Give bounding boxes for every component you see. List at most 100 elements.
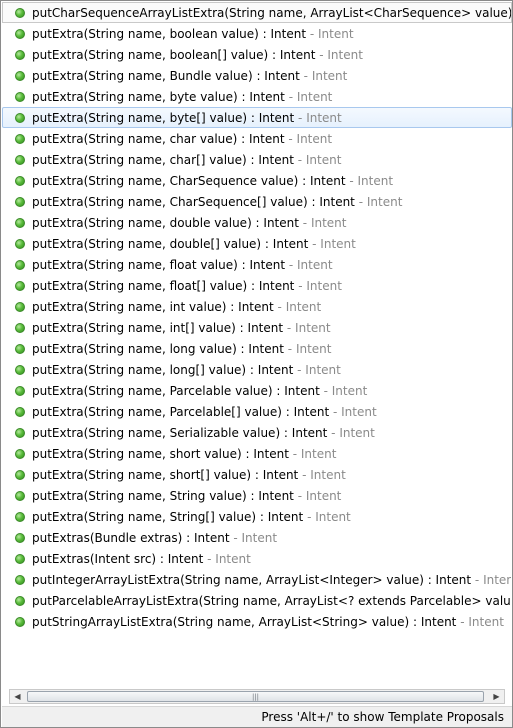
proposal-item[interactable]: putExtra(String name, short value) : Int…	[2, 443, 512, 464]
proposal-declaring-type: Intent	[331, 384, 368, 398]
proposal-declaring-type: Intent	[295, 321, 331, 335]
proposal-declaring-type: Intent	[241, 531, 278, 545]
public-method-icon	[15, 8, 25, 18]
proposal-item[interactable]: putExtra(String name, Serializable value…	[2, 422, 512, 443]
content-assist-popup: putCharSequenceArrayListExtra(String nam…	[0, 0, 513, 728]
public-method-icon	[15, 365, 25, 375]
proposal-item[interactable]: putExtra(String name, String[] value) : …	[2, 506, 512, 527]
proposal-item[interactable]: putExtra(String name, Parcelable value) …	[2, 380, 512, 401]
proposal-separator: -	[319, 384, 332, 398]
proposal-item[interactable]: putExtra(String name, boolean value) : I…	[2, 23, 512, 44]
proposal-item[interactable]: putCharSequenceArrayListExtra(String nam…	[2, 2, 512, 23]
proposal-signature: putExtra(String name, double[] value) : …	[32, 237, 309, 251]
status-bar: Press 'Alt+/' to show Template Proposals	[2, 706, 512, 727]
scrollbar-thumb[interactable]: |||	[27, 691, 484, 702]
proposal-signature: putStringArrayListExtra(String name, Arr…	[32, 615, 457, 629]
proposal-separator: -	[456, 615, 469, 629]
proposal-item[interactable]: putExtra(String name, long[] value) : In…	[2, 359, 512, 380]
proposal-item[interactable]: putExtra(String name, double[] value) : …	[2, 233, 512, 254]
proposal-signature: putCharSequenceArrayListExtra(String nam…	[32, 6, 512, 20]
proposal-signature: putIntegerArrayListExtra(String name, Ar…	[32, 573, 472, 587]
proposal-separator: -	[283, 321, 296, 335]
proposal-item[interactable]: putExtra(String name, double value) : In…	[2, 212, 512, 233]
proposal-item[interactable]: putExtra(String name, CharSequence[] val…	[2, 191, 512, 212]
proposal-declaring-type: Intent	[327, 48, 363, 62]
proposal-item[interactable]: putExtra(String name, long value) : Inte…	[2, 338, 512, 359]
public-method-icon	[15, 575, 25, 585]
public-method-icon	[15, 218, 25, 228]
proposal-declaring-type: Intent	[296, 90, 333, 104]
proposal-signature: putExtra(String name, byte[] value) : In…	[32, 111, 295, 125]
proposal-item[interactable]: putExtra(String name, CharSequence value…	[2, 170, 512, 191]
proposal-separator: -	[283, 342, 296, 356]
proposal-item[interactable]: putExtras(Intent src) : Intent - Intent	[2, 548, 512, 569]
horizontal-scrollbar[interactable]: ◀ ||| ▶	[9, 689, 505, 704]
public-method-icon	[15, 71, 25, 81]
proposal-declaring-type: Intent	[295, 342, 332, 356]
proposal-declaring-type: Intent	[483, 573, 511, 587]
proposal-separator: -	[306, 27, 319, 41]
proposal-declaring-type: Intent	[339, 426, 375, 440]
proposal-item[interactable]: putExtra(String name, Parcelable[] value…	[2, 401, 512, 422]
proposal-item[interactable]: putExtra(String name, String value) : In…	[2, 485, 512, 506]
proposal-item[interactable]: putStringArrayListExtra(String name, Arr…	[2, 611, 512, 632]
proposal-declaring-type: Intent	[311, 69, 348, 83]
proposal-item[interactable]: putExtra(String name, byte value) : Inte…	[2, 86, 512, 107]
proposal-declaring-type: Intent	[300, 447, 337, 461]
proposal-signature: putExtra(String name, long[] value) : In…	[32, 363, 294, 377]
proposal-item[interactable]: putExtra(String name, Bundle value) : In…	[2, 65, 512, 86]
proposal-separator: -	[293, 153, 306, 167]
proposal-separator: -	[203, 552, 216, 566]
proposal-signature: putParcelableArrayListExtra(String name,…	[32, 594, 511, 608]
proposal-separator: -	[229, 531, 242, 545]
proposal-signature: putExtra(String name, Parcelable[] value…	[32, 405, 330, 419]
proposal-separator: -	[298, 216, 311, 230]
proposal-separator: -	[329, 405, 342, 419]
proposal-item[interactable]: putIntegerArrayListExtra(String name, Ar…	[2, 569, 512, 590]
proposal-signature: putExtra(String name, CharSequence value…	[32, 174, 346, 188]
proposal-item[interactable]: putExtra(String name, int value) : Inten…	[2, 296, 512, 317]
public-method-icon	[15, 344, 25, 354]
proposal-signature: putExtra(String name, boolean value) : I…	[32, 27, 307, 41]
proposal-item[interactable]: putExtra(String name, int[] value) : Int…	[2, 317, 512, 338]
public-method-icon	[15, 323, 25, 333]
proposal-signature: putExtra(String name, int value) : Inten…	[32, 300, 274, 314]
proposal-signature: putExtra(String name, double value) : In…	[32, 216, 299, 230]
public-method-icon	[15, 533, 25, 543]
proposal-signature: putExtra(String name, short[] value) : I…	[32, 468, 299, 482]
public-method-icon	[15, 197, 25, 207]
proposal-item[interactable]: putExtra(String name, char value) : Inte…	[2, 128, 512, 149]
proposal-declaring-type: Intent	[366, 195, 403, 209]
public-method-icon	[15, 491, 25, 501]
proposal-item[interactable]: putExtras(Bundle extras) : Intent - Inte…	[2, 527, 512, 548]
scroll-left-arrow-icon[interactable]: ◀	[10, 690, 25, 703]
proposal-separator: -	[285, 258, 297, 272]
proposal-item[interactable]: putExtra(String name, boolean[] value) :…	[2, 44, 512, 65]
proposal-item[interactable]: putParcelableArrayListExtra(String name,…	[2, 590, 512, 611]
proposal-item[interactable]: putExtra(String name, float value) : Int…	[2, 254, 512, 275]
proposal-signature: putExtra(String name, long value) : Inte…	[32, 342, 284, 356]
public-method-icon	[15, 596, 25, 606]
proposal-separator: -	[298, 468, 311, 482]
proposal-list[interactable]: putCharSequenceArrayListExtra(String nam…	[2, 2, 512, 688]
public-method-icon	[15, 428, 25, 438]
proposal-signature: putExtra(String name, String value) : In…	[32, 489, 294, 503]
proposal-signature: putExtra(String name, boolean[] value) :…	[32, 48, 316, 62]
proposal-item[interactable]: putExtra(String name, short[] value) : I…	[2, 464, 512, 485]
proposal-item[interactable]: putExtra(String name, byte[] value) : In…	[2, 107, 512, 128]
proposal-item[interactable]: putExtra(String name, char[] value) : In…	[2, 149, 512, 170]
proposal-signature: putExtra(String name, char[] value) : In…	[32, 153, 294, 167]
scroll-right-arrow-icon[interactable]: ▶	[489, 690, 504, 703]
proposal-separator: -	[288, 447, 301, 461]
proposal-separator: -	[308, 237, 321, 251]
proposal-signature: putExtra(String name, float value) : Int…	[32, 258, 286, 272]
public-method-icon	[15, 281, 25, 291]
public-method-icon	[15, 176, 25, 186]
public-method-icon	[15, 50, 25, 60]
proposal-declaring-type: Intent	[285, 300, 322, 314]
proposal-separator: -	[303, 510, 316, 524]
proposal-item[interactable]: putExtra(String name, float[] value) : I…	[2, 275, 512, 296]
public-method-icon	[15, 134, 25, 144]
proposal-declaring-type: Intent	[305, 489, 342, 503]
public-method-icon	[15, 407, 25, 417]
